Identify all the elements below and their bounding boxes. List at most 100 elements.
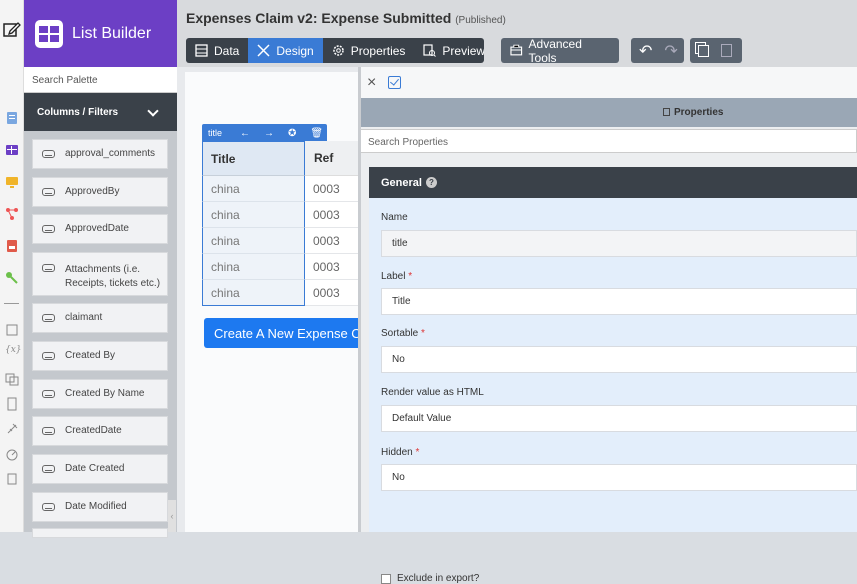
render-html-label: Render value as HTML — [381, 387, 484, 398]
palette-item[interactable]: ApprovedDate — [32, 214, 168, 244]
sortable-select[interactable]: No — [381, 346, 857, 373]
design-tools-icon — [257, 44, 270, 57]
grid-header-row: Title Ref — [202, 141, 358, 176]
grid-cell[interactable]: china — [202, 176, 305, 202]
grid-cell[interactable]: 0003 — [305, 280, 358, 306]
column-toolbar: title ← → ✪ 🗑 — [202, 124, 327, 142]
properties-search-input[interactable]: Search Properties — [360, 129, 857, 153]
help-icon[interactable]: ? — [425, 177, 437, 188]
app-icon-bar: {x} — [0, 0, 24, 532]
grid-cell[interactable]: 0003 — [305, 202, 358, 228]
name-field[interactable]: title — [381, 230, 857, 257]
palette-item[interactable] — [32, 528, 168, 538]
undo-button[interactable]: ↶ — [631, 38, 658, 63]
copy-button[interactable] — [690, 38, 715, 63]
grid-cell[interactable]: china — [202, 228, 305, 254]
palette-section-label: Columns / Filters — [37, 106, 119, 118]
document-icon[interactable] — [5, 111, 19, 125]
table-row: china 0003 — [202, 176, 358, 202]
palette-resize-handle[interactable]: ‹ — [168, 500, 176, 532]
undo-redo-group: ↶ ↷ — [631, 38, 684, 63]
field-icon — [42, 390, 55, 398]
workflow-icon[interactable] — [5, 207, 19, 221]
exclude-export-row[interactable]: Exclude in export? — [381, 573, 479, 584]
tab-data[interactable]: Data — [186, 38, 248, 63]
paste-button[interactable] — [715, 38, 738, 63]
table-row: china 0003 — [202, 202, 358, 228]
grid-cell[interactable]: china — [202, 202, 305, 228]
translate-icon[interactable] — [5, 372, 19, 386]
list-builder-icon[interactable] — [5, 143, 19, 157]
copy-icon — [698, 44, 709, 57]
properties-topbar: × — [358, 67, 857, 98]
grid-cell[interactable]: 0003 — [305, 254, 358, 280]
general-section-header[interactable]: General ? — [369, 167, 857, 198]
edit-icon[interactable] — [3, 20, 21, 38]
field-icon — [42, 150, 55, 158]
variable-icon[interactable]: {x} — [5, 345, 22, 359]
palette-item[interactable]: Date Created — [32, 454, 168, 484]
paste-icon — [721, 44, 732, 57]
advanced-tools[interactable]: Advanced Tools — [501, 38, 619, 63]
field-icon — [42, 352, 55, 360]
publish-status: (Published) — [455, 15, 506, 26]
move-right-icon[interactable]: → — [264, 128, 274, 139]
general-section-body: Name title Label * Title Sortable * No R… — [369, 198, 857, 584]
table-row: china 0003 — [202, 228, 358, 254]
key-icon[interactable] — [5, 271, 19, 285]
redo-icon: ↷ — [664, 42, 678, 60]
palette-item[interactable]: approval_comments — [32, 139, 168, 169]
preview-icon — [423, 44, 437, 57]
top-toolbar: Expenses Claim v2: Expense Submitted (Pu… — [177, 0, 857, 67]
clipboard-icon[interactable] — [5, 472, 19, 486]
palette-item[interactable]: CreatedDate — [32, 416, 168, 446]
grid-cell[interactable]: china — [202, 254, 305, 280]
app-name: List Builder — [72, 24, 152, 42]
palette-search-input[interactable]: Search Palette — [24, 67, 177, 93]
table-row: china 0003 — [202, 254, 358, 280]
label-label: Label * — [381, 271, 413, 282]
exclude-export-checkbox[interactable] — [381, 573, 391, 584]
palette-item[interactable]: claimant — [32, 303, 168, 333]
render-html-select[interactable]: Default Value — [381, 405, 857, 432]
create-new-button[interactable]: Create A New Expense Claim — [204, 318, 358, 348]
icon-bar-divider — [4, 303, 19, 304]
grid-cell[interactable]: 0003 — [305, 176, 358, 202]
column-header-ref[interactable]: Ref — [305, 141, 358, 176]
field-icon — [42, 503, 55, 511]
hidden-label: Hidden * — [381, 447, 420, 458]
properties-header: Properties — [358, 98, 857, 127]
panel-splitter[interactable] — [358, 67, 361, 532]
close-icon[interactable]: × — [367, 75, 376, 91]
redo-button[interactable]: ↷ — [658, 38, 683, 63]
pdf-icon[interactable] — [5, 239, 19, 253]
move-left-icon[interactable]: ← — [240, 128, 250, 139]
file-icon[interactable] — [5, 397, 19, 411]
table-row: china 0003 — [202, 280, 358, 306]
palette-item[interactable]: Attachments (i.e. Receipts, tickets etc.… — [32, 252, 168, 296]
monitor-icon[interactable] — [5, 175, 19, 189]
palette-icon[interactable]: ✪ — [288, 128, 296, 139]
palette-item[interactable]: Date Modified — [32, 492, 168, 522]
name-label: Name — [381, 212, 408, 223]
tab-preview[interactable]: Preview — [414, 38, 484, 63]
column-header-title[interactable]: Title — [202, 141, 305, 176]
delete-icon[interactable]: 🗑 — [310, 128, 323, 139]
apply-checkbox-icon[interactable] — [388, 76, 401, 89]
hidden-select[interactable]: No — [381, 464, 857, 491]
plug-icon[interactable] — [5, 422, 19, 436]
gauge-icon[interactable] — [5, 447, 19, 461]
palette-item[interactable]: ApprovedBy — [32, 177, 168, 207]
field-icon — [42, 225, 55, 233]
grid-cell[interactable]: china — [202, 280, 305, 306]
field-icon — [42, 264, 55, 272]
palette-item[interactable]: Created By Name — [32, 379, 168, 409]
note-icon[interactable] — [5, 323, 19, 337]
grid-cell[interactable]: 0003 — [305, 228, 358, 254]
palette-section-header[interactable]: Columns / Filters — [24, 93, 177, 131]
tab-properties[interactable]: Properties — [323, 38, 415, 63]
tab-design[interactable]: Design — [248, 38, 323, 63]
advanced-tools-button[interactable]: Advanced Tools — [501, 38, 619, 63]
palette-item[interactable]: Created By — [32, 341, 168, 371]
label-field[interactable]: Title — [381, 288, 857, 315]
